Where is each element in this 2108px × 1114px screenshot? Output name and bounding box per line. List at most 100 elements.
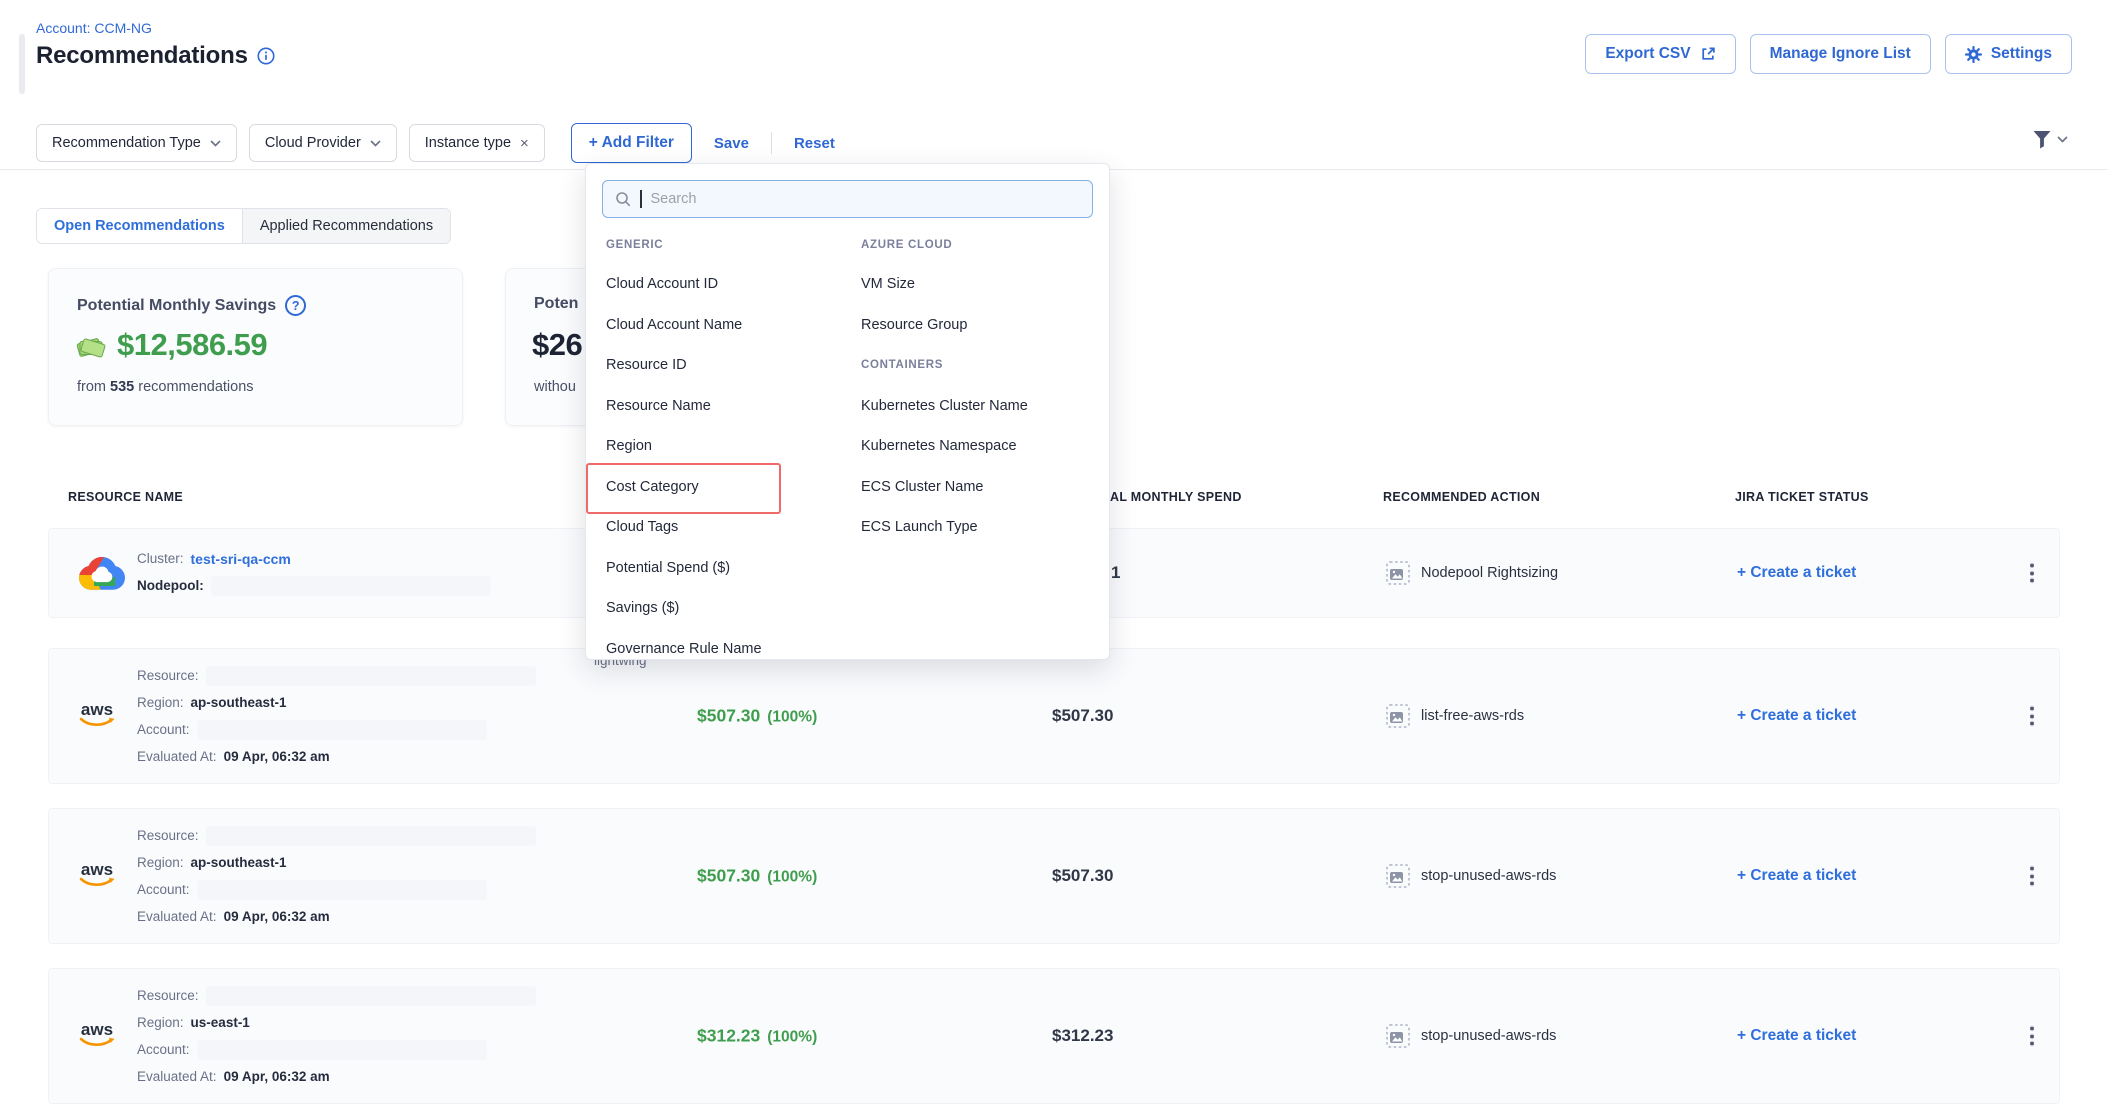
aws-logo-icon: aws [79, 863, 115, 889]
generic-items: Cloud Account IDCloud Account NameResour… [586, 264, 841, 669]
dropdown-item-vm-size[interactable]: VM Size [841, 264, 1103, 305]
tab-applied-recommendations[interactable]: Applied Recommendations [242, 209, 450, 243]
add-filter-dropdown: GENERIC Cloud Account IDCloud Account Na… [585, 163, 1110, 660]
dropdown-item-ecs-launch-type[interactable]: ECS Launch Type [841, 507, 1103, 548]
create-ticket-button[interactable]: + Create a ticket [1737, 867, 1856, 885]
spend-card-title-partial: Poten [534, 295, 578, 313]
save-filter-button[interactable]: Save [704, 135, 759, 152]
settings-button[interactable]: Settings [1945, 34, 2072, 74]
dropdown-item-governance-rule-name[interactable]: Governance Rule Name [586, 629, 841, 670]
redacted-value [206, 986, 536, 1006]
containers-items: Kubernetes Cluster NameKubernetes Namesp… [841, 386, 1103, 548]
dropdown-item-cost-category[interactable]: Cost Category [586, 467, 841, 508]
row-menu-button[interactable] [2024, 701, 2040, 732]
savings-subtitle: from 535 recommendations [77, 379, 254, 395]
monthly-spend-value: $507.30 [1052, 706, 1113, 726]
create-ticket-button[interactable]: + Create a ticket [1737, 564, 1856, 582]
chevron-down-icon [2057, 136, 2068, 143]
info-icon[interactable] [257, 47, 275, 65]
dropdown-item-cloud-account-id[interactable]: Cloud Account ID [586, 264, 841, 305]
cluster-name-link[interactable]: test-sri-qa-ccm [191, 550, 291, 568]
filter-chip-instance-type[interactable]: Instance type × [409, 124, 545, 162]
money-icon [75, 332, 108, 359]
section-heading: AZURE CLOUD [841, 226, 1103, 264]
section-heading: GENERIC [586, 226, 841, 264]
dropdown-search-box[interactable] [602, 180, 1093, 218]
page-title: Recommendations [36, 42, 248, 70]
row-menu-button[interactable] [2024, 1021, 2040, 1052]
filter-chip-recommendation-type[interactable]: Recommendation Type [36, 124, 237, 162]
create-ticket-button[interactable]: + Create a ticket [1737, 707, 1856, 725]
chip-label: Instance type [425, 135, 511, 151]
search-input[interactable] [651, 191, 1081, 207]
table-row: aws Resource: Region:ap-southeast-1 Acco… [48, 808, 2060, 944]
gcp-logo-icon [79, 554, 125, 592]
header-actions: Export CSV Manage Ignore List [1585, 34, 2072, 74]
monthly-savings-value: $312.23(100%) [697, 1026, 817, 1047]
left-edge-decoration [19, 34, 25, 94]
monthly-savings-value: $507.30(100%) [697, 866, 817, 887]
help-icon[interactable]: ? [285, 295, 306, 316]
broken-image-icon [1386, 1024, 1410, 1048]
col-resource-name: RESOURCE NAME [68, 490, 183, 504]
spend-amount-partial: $26 [532, 327, 582, 363]
close-icon[interactable]: × [520, 135, 529, 152]
savings-card-title: Potential Monthly Savings [77, 297, 276, 315]
recommendations-tabs: Open Recommendations Applied Recommendat… [36, 208, 451, 244]
dropdown-item-region[interactable]: Region [586, 426, 841, 467]
divider [771, 132, 772, 154]
dropdown-column-generic: GENERIC Cloud Account IDCloud Account Na… [586, 226, 841, 669]
filter-chip-cloud-provider[interactable]: Cloud Provider [249, 124, 397, 162]
account-breadcrumb-link[interactable]: Account: CCM-NG [36, 20, 152, 36]
recommended-action-label: stop-unused-aws-rds [1421, 1028, 1556, 1044]
broken-image-icon [1386, 561, 1410, 585]
dropdown-item-ecs-cluster-name[interactable]: ECS Cluster Name [841, 467, 1103, 508]
redacted-value [197, 1040, 487, 1060]
recommended-action-label: stop-unused-aws-rds [1421, 868, 1556, 884]
add-filter-button[interactable]: + Add Filter [571, 123, 692, 163]
recommended-action: list-free-aws-rds [1386, 704, 1524, 728]
dropdown-item-resource-name[interactable]: Resource Name [586, 386, 841, 427]
redacted-value [206, 666, 536, 686]
dropdown-item-resource-id[interactable]: Resource ID [586, 345, 841, 386]
recommended-action: Nodepool Rightsizing [1386, 561, 1558, 585]
funnel-icon [2032, 130, 2052, 149]
page-title-row: Recommendations [36, 42, 275, 70]
dropdown-item-resource-group[interactable]: Resource Group [841, 305, 1103, 346]
manage-ignore-list-label: Manage Ignore List [1770, 45, 1911, 63]
recommended-action: stop-unused-aws-rds [1386, 1024, 1556, 1048]
export-csv-button[interactable]: Export CSV [1585, 34, 1735, 74]
chevron-down-icon [210, 140, 221, 147]
redacted-value [206, 826, 536, 846]
table-row: aws Resource: Region:us-east-1 Account: … [48, 968, 2060, 1104]
recommendations-page: Account: CCM-NG Recommendations Export C… [0, 0, 2108, 1114]
redacted-value [197, 720, 487, 740]
external-link-icon [1700, 46, 1716, 62]
dropdown-item-kubernetes-namespace[interactable]: Kubernetes Namespace [841, 426, 1103, 467]
potential-monthly-savings-card: Potential Monthly Savings ? $12,586.59 f… [48, 268, 463, 426]
dropdown-item-potential-spend[interactable]: Potential Spend ($) [586, 548, 841, 589]
redacted-value [211, 576, 491, 596]
broken-image-icon [1386, 864, 1410, 888]
chip-label: Cloud Provider [265, 135, 361, 151]
dropdown-item-cloud-tags[interactable]: Cloud Tags [586, 507, 841, 548]
export-csv-label: Export CSV [1605, 45, 1690, 63]
tab-open-recommendations[interactable]: Open Recommendations [37, 209, 242, 243]
chevron-down-icon [370, 140, 381, 147]
aws-logo-icon: aws [79, 1023, 115, 1049]
row-menu-button[interactable] [2024, 558, 2040, 589]
monthly-spend-value: $312.23 [1052, 1026, 1113, 1046]
settings-label: Settings [1991, 45, 2052, 63]
reset-filter-button[interactable]: Reset [784, 135, 845, 152]
row-menu-button[interactable] [2024, 861, 2040, 892]
gear-icon [1965, 46, 1982, 63]
dropdown-item-savings[interactable]: Savings ($) [586, 588, 841, 629]
create-ticket-button[interactable]: + Create a ticket [1737, 1027, 1856, 1045]
filter-funnel-button[interactable] [2032, 130, 2068, 149]
recommended-action: stop-unused-aws-rds [1386, 864, 1556, 888]
azure-items: VM SizeResource Group [841, 264, 1103, 345]
dropdown-item-cloud-account-name[interactable]: Cloud Account Name [586, 305, 841, 346]
dropdown-item-kubernetes-cluster-name[interactable]: Kubernetes Cluster Name [841, 386, 1103, 427]
recommended-action-label: Nodepool Rightsizing [1421, 565, 1558, 581]
manage-ignore-list-button[interactable]: Manage Ignore List [1750, 34, 1931, 74]
